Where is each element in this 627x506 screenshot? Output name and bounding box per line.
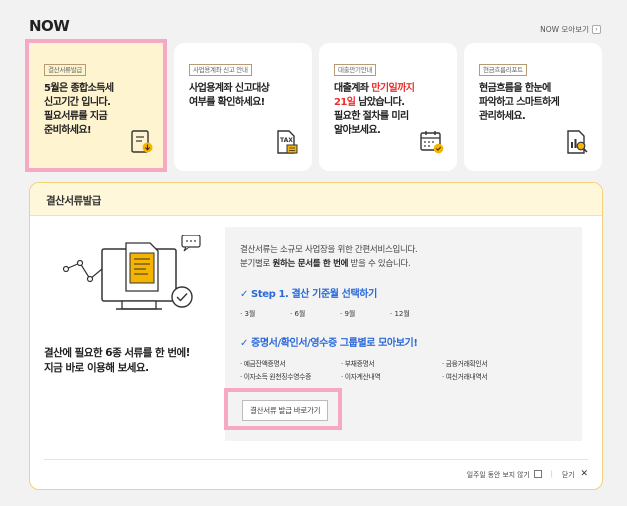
hide-week-checkbox[interactable] xyxy=(533,470,542,478)
chevron-right-icon: › xyxy=(592,25,601,34)
card-badge: 대출만기안내 xyxy=(334,64,377,76)
hide-week-label: 일주일 동안 보지 않기 xyxy=(466,471,530,479)
document-item: · 금융거래확인서 xyxy=(442,360,488,368)
info-description: 결산서류는 소규모 사업장을 위한 간편서비스입니다. 분기별로 원하는 문서를… xyxy=(240,245,418,269)
card-badge: 사업용계좌 신고 안내 xyxy=(189,64,252,76)
settlement-panel: 결산서류발급 결산에 필요한 6종 서류를 한 번에! 지금 바로 이용해 보세요… xyxy=(29,182,603,490)
month-item: · 12월 xyxy=(390,310,410,318)
now-card-cashflow-report[interactable]: 현금흐름리포트 현금흐름을 한눈에 파악하고 스마트하게 관리하세요. xyxy=(464,43,602,171)
now-card-settlement[interactable]: 결산서류발급 5월은 종합소득세 신고기간 입니다. 필요서류를 지금 준비하세요! xyxy=(29,43,167,171)
now-more-label: NOW 모아보기 xyxy=(540,25,589,34)
group-title: ✓ 증명서/확인서/영수증 그룹별로 모아보기! xyxy=(240,338,418,349)
issue-documents-button[interactable]: 결산서류 발급 바로가기 xyxy=(242,400,329,421)
settlement-illustration-icon xyxy=(62,235,201,310)
panel-title: 결산서류발급 xyxy=(30,183,602,216)
close-label[interactable]: 닫기 xyxy=(562,469,575,479)
month-item: · 3월 xyxy=(240,310,256,318)
calendar-check-icon xyxy=(420,131,444,154)
close-icon[interactable]: ✕ xyxy=(580,469,588,479)
now-card-business-account[interactable]: 사업용계좌 신고 안내 사업용계좌 신고대상 여부를 확인하세요! TAX xyxy=(174,43,312,171)
month-list: · 3월 · 6월 · 9월 · 12월 xyxy=(240,309,582,319)
panel-footer: 일주일 동안 보지 않기 | 닫기 ✕ xyxy=(44,459,588,489)
document-list: · 예금잔액증명서 · 부채증명서 · 금융거래확인서 · 이자소득 원천징수영… xyxy=(240,358,582,381)
step-title: ✓ Step 1. 결산 기준월 선택하기 xyxy=(240,289,377,300)
month-item: · 9월 xyxy=(340,310,356,318)
document-item: · 이자소득 원천징수영수증 xyxy=(240,373,312,381)
report-search-icon xyxy=(567,130,588,154)
card-badge: 현금흐름리포트 xyxy=(479,64,527,76)
tax-document-icon: TAX xyxy=(277,130,298,154)
now-more-link[interactable]: NOW 모아보기 › xyxy=(540,24,601,35)
document-download-icon xyxy=(131,130,153,153)
document-item: · 이자계산내역 xyxy=(341,373,381,381)
document-item: · 여신거래내역서 xyxy=(442,373,488,381)
document-item: · 예금잔액증명서 xyxy=(240,360,286,368)
svg-text:TAX: TAX xyxy=(280,137,293,144)
divider: | xyxy=(550,470,553,478)
card-message: 사업용계좌 신고대상 여부를 확인하세요! xyxy=(189,83,270,108)
panel-promo-text: 결산에 필요한 6종 서류를 한 번에! 지금 바로 이용해 보세요. xyxy=(44,347,190,374)
document-item: · 부채증명서 xyxy=(341,360,375,368)
now-card-loan-maturity[interactable]: 대출만기안내 대출계좌 만기일까지 21일 남았습니다. 필요한 절차를 미리 알아보… xyxy=(319,43,457,171)
card-message: 현금흐름을 한눈에 파악하고 스마트하게 관리하세요. xyxy=(479,83,560,122)
month-item: · 6월 xyxy=(290,310,306,318)
now-title: NOW xyxy=(29,17,70,35)
card-badge: 결산서류발급 xyxy=(44,64,87,76)
